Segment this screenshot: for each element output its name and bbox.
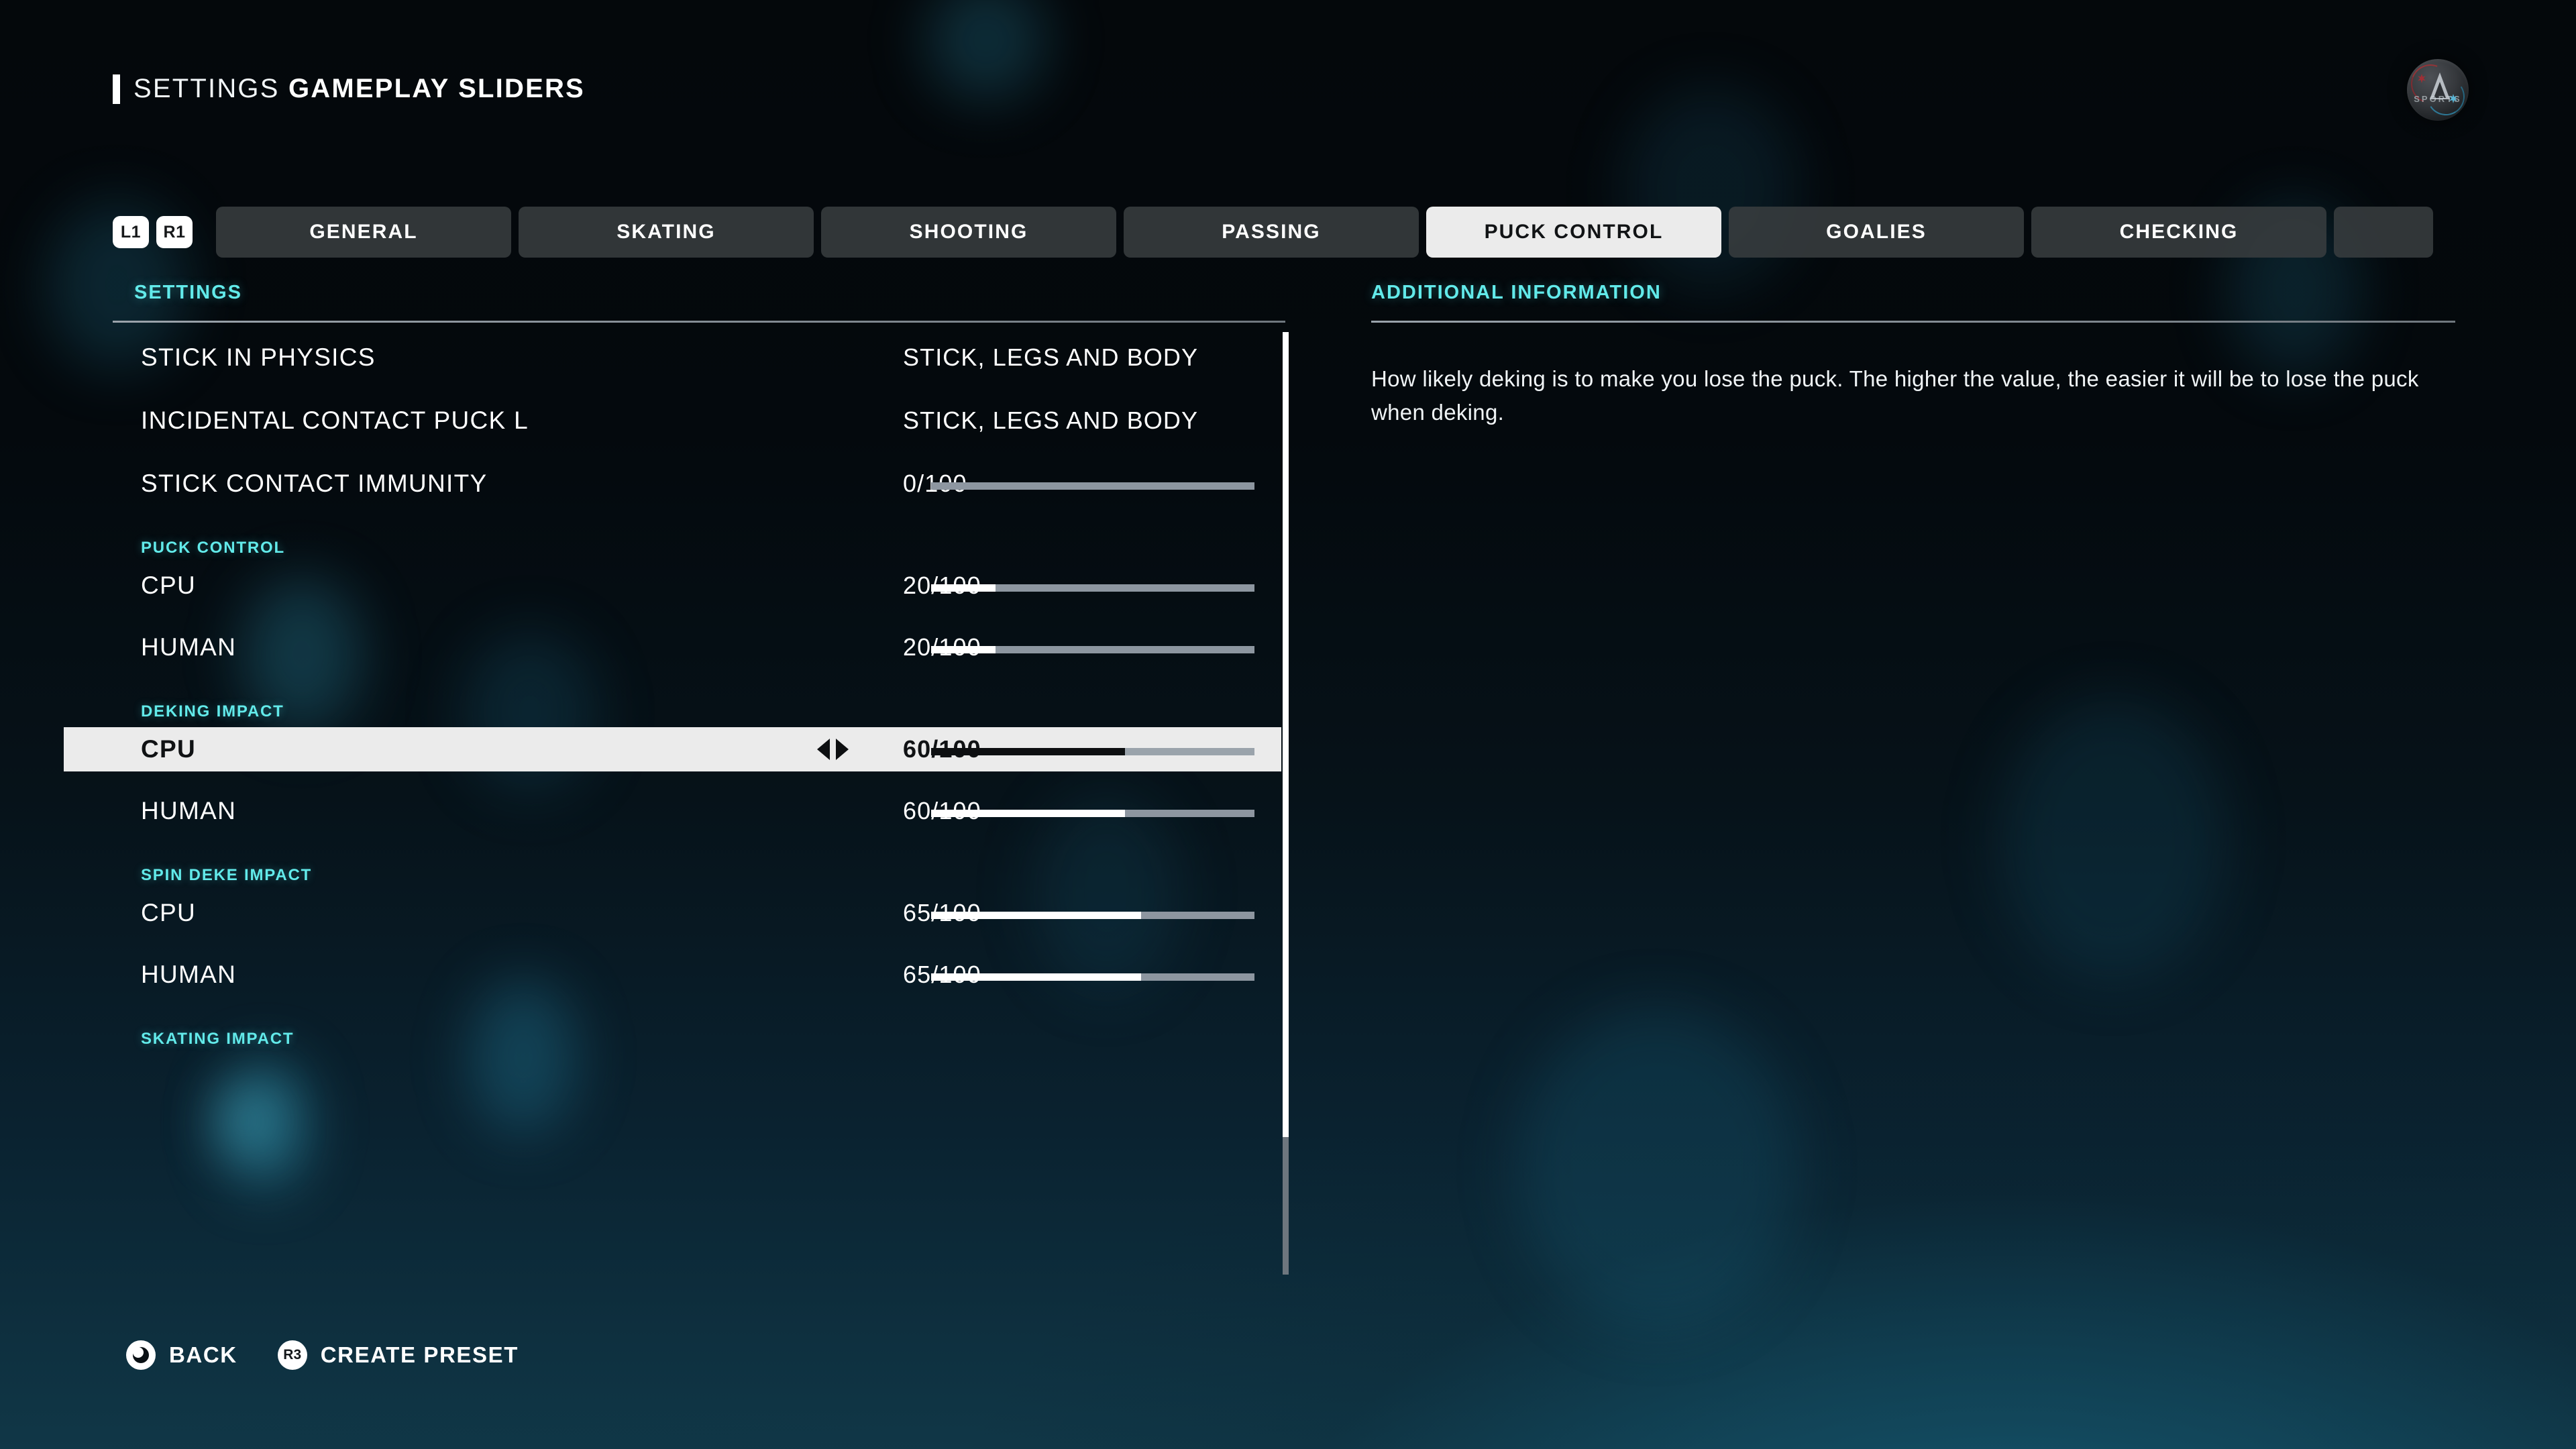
slider-fill xyxy=(931,748,1126,755)
title-breadcrumb-current: GAMEPLAY SLIDERS xyxy=(288,74,585,103)
settings-column-header: SETTINGS xyxy=(134,282,243,303)
settings-row-slider[interactable] xyxy=(931,912,1254,919)
settings-row[interactable]: CPU20/100 xyxy=(126,564,1281,608)
bokeh-light xyxy=(1999,698,2227,979)
chevron-right-icon[interactable] xyxy=(836,739,849,760)
slider-fill xyxy=(931,912,1142,919)
ea-sports-logo-icon: SPORTS xyxy=(2407,59,2469,121)
settings-group-header: SKATING IMPACT xyxy=(141,1030,294,1048)
settings-row[interactable]: INCIDENTAL CONTACT PUCK L STICK, LEGS AND… xyxy=(126,398,1281,443)
settings-scrollbar-thumb[interactable] xyxy=(1283,332,1289,1137)
r3-stick-button-icon: R3 xyxy=(277,1340,307,1370)
settings-row-label: HUMAN xyxy=(141,961,237,988)
settings-row-label: HUMAN xyxy=(141,633,237,661)
settings-row-selected[interactable]: CPU60/100 xyxy=(64,727,1281,771)
prev-tab-button-l1[interactable]: L1 xyxy=(113,216,149,248)
page-header: SETTINGS GAMEPLAY SLIDERS SPORTS xyxy=(0,0,2576,195)
settings-group-header: SPIN DEKE IMPACT xyxy=(141,866,313,884)
bokeh-light xyxy=(1516,1006,1798,1328)
settings-row-label: STICK IN PHYSICS xyxy=(141,343,376,371)
chevron-left-icon[interactable] xyxy=(817,739,830,760)
settings-row-slider[interactable] xyxy=(931,748,1254,755)
circle-button-core xyxy=(133,1347,144,1358)
info-description-text: How likely deking is to make you lose th… xyxy=(1371,366,2419,425)
settings-group-header: PUCK CONTROL xyxy=(141,539,285,557)
settings-group-header: DEKING IMPACT xyxy=(141,702,284,720)
info-column-header: ADDITIONAL INFORMATION xyxy=(1371,282,1662,303)
tab-shooting[interactable]: SHOOTING xyxy=(821,207,1116,258)
bokeh-light xyxy=(470,979,577,1134)
settings-row-label: CPU xyxy=(141,735,197,763)
settings-row[interactable]: CPU65/100 xyxy=(126,891,1281,935)
settings-row[interactable]: STICK IN PHYSICS STICK, LEGS AND BODY xyxy=(126,335,1281,380)
logo-star-red xyxy=(2417,74,2426,83)
settings-row-label: STICK CONTACT IMMUNITY xyxy=(141,470,488,497)
logo-star-blue xyxy=(2449,94,2458,103)
value-stepper[interactable] xyxy=(817,739,849,760)
settings-row-label: CPU xyxy=(141,572,197,599)
settings-row-slider[interactable] xyxy=(931,973,1254,981)
bokeh-light xyxy=(221,1093,268,1147)
tab-list: GENERAL SKATING SHOOTING PASSING PUCK CONTRO… xyxy=(216,207,2433,258)
circle-button-inner xyxy=(133,1347,149,1363)
slider-fill xyxy=(931,584,996,592)
tab-puck-control[interactable]: PUCK CONTROL xyxy=(1426,207,1721,258)
settings-row-slider[interactable] xyxy=(931,482,1254,490)
footer-button-label: CREATE PRESET xyxy=(320,1342,519,1367)
title-accent-bar xyxy=(113,74,120,104)
tab-bar: L1 R1 GENERAL SKATING SHOOTING PASSING PUCK … xyxy=(113,207,2433,258)
tab-partial-offscreen[interactable] xyxy=(2334,207,2433,258)
footer-button-back[interactable]: BACK xyxy=(126,1340,237,1370)
footer-button-create-preset[interactable]: R3 CREATE PRESET xyxy=(277,1340,519,1370)
settings-header-divider xyxy=(113,321,1285,323)
tab-goalies[interactable]: GOALIES xyxy=(1729,207,2024,258)
title-text: SETTINGS GAMEPLAY SLIDERS xyxy=(133,74,585,104)
info-header-divider xyxy=(1371,321,2455,323)
footer-button-label: BACK xyxy=(169,1342,237,1367)
settings-row-label: CPU xyxy=(141,899,197,926)
settings-row-value: STICK, LEGS AND BODY xyxy=(903,407,1199,434)
settings-row-slider[interactable] xyxy=(931,584,1254,592)
settings-row-value: STICK, LEGS AND BODY xyxy=(903,343,1199,371)
logo-wordmark: SPORTS xyxy=(2414,94,2462,104)
settings-row[interactable]: STICK CONTACT IMMUNITY0/100 xyxy=(126,462,1281,506)
title-breadcrumb-settings: SETTINGS xyxy=(133,74,280,103)
slider-fill xyxy=(931,973,1142,981)
settings-row-label: HUMAN xyxy=(141,797,237,824)
tab-passing[interactable]: PASSING xyxy=(1124,207,1419,258)
settings-row-slider[interactable] xyxy=(931,646,1254,653)
slider-fill xyxy=(931,810,1126,817)
settings-row[interactable]: HUMAN65/100 xyxy=(126,953,1281,997)
footer-action-bar: BACK R3 CREATE PRESET xyxy=(126,1340,519,1370)
page-title: SETTINGS GAMEPLAY SLIDERS xyxy=(113,74,585,104)
tab-skating[interactable]: SKATING xyxy=(519,207,814,258)
additional-information-panel: How likely deking is to make you lose th… xyxy=(1371,362,2445,429)
circle-button-icon xyxy=(126,1340,156,1370)
settings-row-label: INCIDENTAL CONTACT PUCK L xyxy=(141,407,529,434)
settings-row[interactable]: HUMAN60/100 xyxy=(126,789,1281,833)
tab-checking[interactable]: CHECKING xyxy=(2031,207,2326,258)
settings-row-slider[interactable] xyxy=(931,810,1254,817)
settings-scrollbar-track[interactable] xyxy=(1283,332,1289,1275)
tab-general[interactable]: GENERAL xyxy=(216,207,511,258)
slider-fill xyxy=(931,646,996,653)
next-tab-button-r1[interactable]: R1 xyxy=(156,216,193,248)
settings-row[interactable]: HUMAN20/100 xyxy=(126,625,1281,669)
